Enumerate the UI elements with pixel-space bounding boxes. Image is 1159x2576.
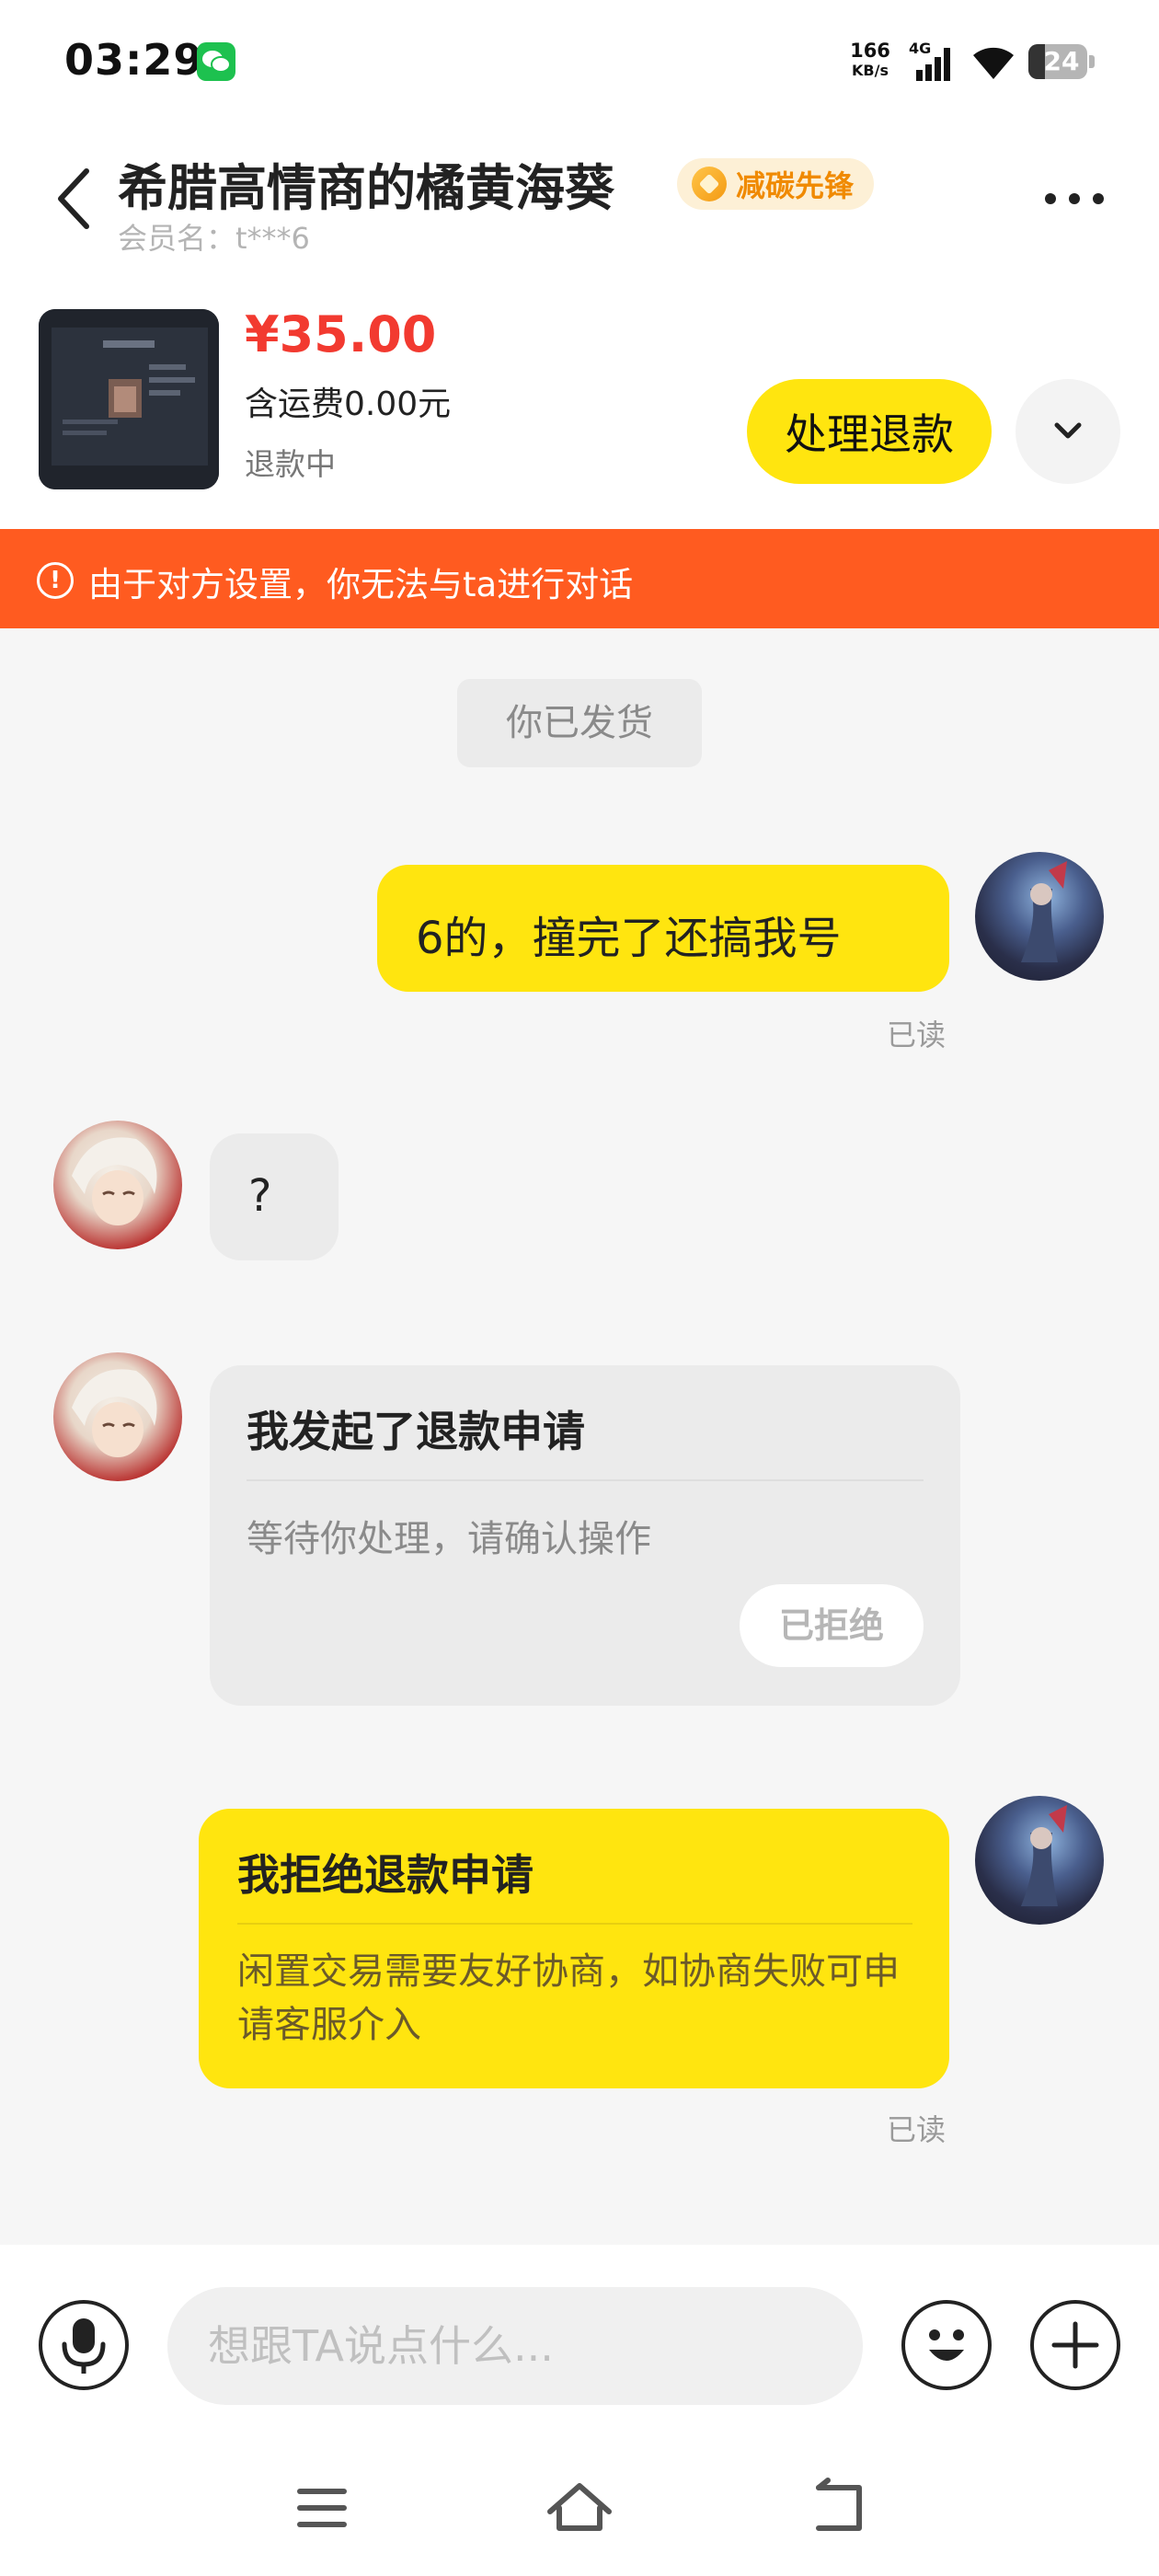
network-type: 4G [909,40,931,57]
warning-text: 由于对方设置，你无法与ta进行对话 [88,565,634,604]
more-button[interactable] [1038,180,1111,217]
message-input[interactable] [167,2287,863,2405]
nav-home-button[interactable] [534,2471,625,2545]
smiley-icon [929,2329,964,2361]
my-avatar[interactable] [975,852,1104,981]
shipping-info: 含运费0.00元 [245,385,452,423]
order-status: 退款中 [245,446,336,482]
signal-icon: 4G [909,40,957,83]
network-speed-unit: KB/s [852,62,889,79]
plus-icon [1051,2321,1099,2369]
expand-button[interactable] [1016,379,1120,484]
refund-request-desc: 等待你处理，请确认操作 [247,1518,651,1560]
home-icon [547,2483,612,2531]
message-text: ? [248,1170,272,1222]
battery-icon: 24 [1028,44,1095,79]
refund-request-title: 我发起了退款申请 [247,1407,585,1456]
voice-button[interactable] [39,2300,129,2390]
wifi-icon [968,42,1019,81]
product-price: ¥35.00 [245,305,437,363]
refund-reject-desc: 闲置交易需要友好协商，如协商失败可申请客服介入 [237,1950,900,2046]
handle-refund-button[interactable]: 处理退款 [747,379,992,484]
read-receipt: 已读 [887,2112,947,2147]
contact-avatar[interactable] [53,1121,182,1249]
system-notice: 你已发货 [457,679,702,767]
nav-menu-button[interactable] [276,2471,368,2545]
badge-label: 减碳先锋 [736,168,855,203]
my-avatar[interactable] [975,1796,1104,1925]
message-text: 6的，撞完了还搞我号 [416,913,842,964]
read-receipt: 已读 [887,1018,947,1052]
network-speed: 166 KB/s [844,40,896,81]
refund-status-chip: 已拒绝 [740,1584,924,1667]
card-divider [247,1479,924,1481]
add-button[interactable] [1030,2300,1120,2390]
carbon-badge[interactable]: 减碳先锋 [677,158,875,210]
status-bar: 03:29 166 KB/s 4G 24 [0,0,1159,120]
back-button[interactable] [52,166,98,232]
warning-banner: ! 由于对方设置，你无法与ta进行对话 [0,529,1159,628]
microphone-icon [62,2318,106,2374]
card-divider [237,1923,912,1925]
battery-level: 24 [1043,46,1080,76]
return-icon [816,2478,862,2531]
product-thumbnail[interactable] [39,309,219,489]
contact-avatar[interactable] [53,1352,182,1481]
refund-reject-title: 我拒绝退款申请 [237,1850,534,1900]
badge-icon [692,167,727,201]
more-dots-icon [1045,193,1104,204]
nav-back-button[interactable] [791,2471,883,2545]
member-name: 会员名：t***6 [118,221,310,256]
emoji-button[interactable] [901,2300,992,2390]
status-time: 03:29 [64,35,204,85]
contact-name[interactable]: 希腊高情商的橘黄海葵 [118,147,614,220]
chevron-down-icon [1054,422,1082,439]
warning-icon: ! [37,562,74,599]
menu-icon [297,2489,347,2527]
wechat-icon [197,42,235,81]
chevron-left-icon [58,168,89,229]
network-speed-value: 166 [850,40,890,62]
message-bubble-incoming[interactable] [210,1133,339,1260]
